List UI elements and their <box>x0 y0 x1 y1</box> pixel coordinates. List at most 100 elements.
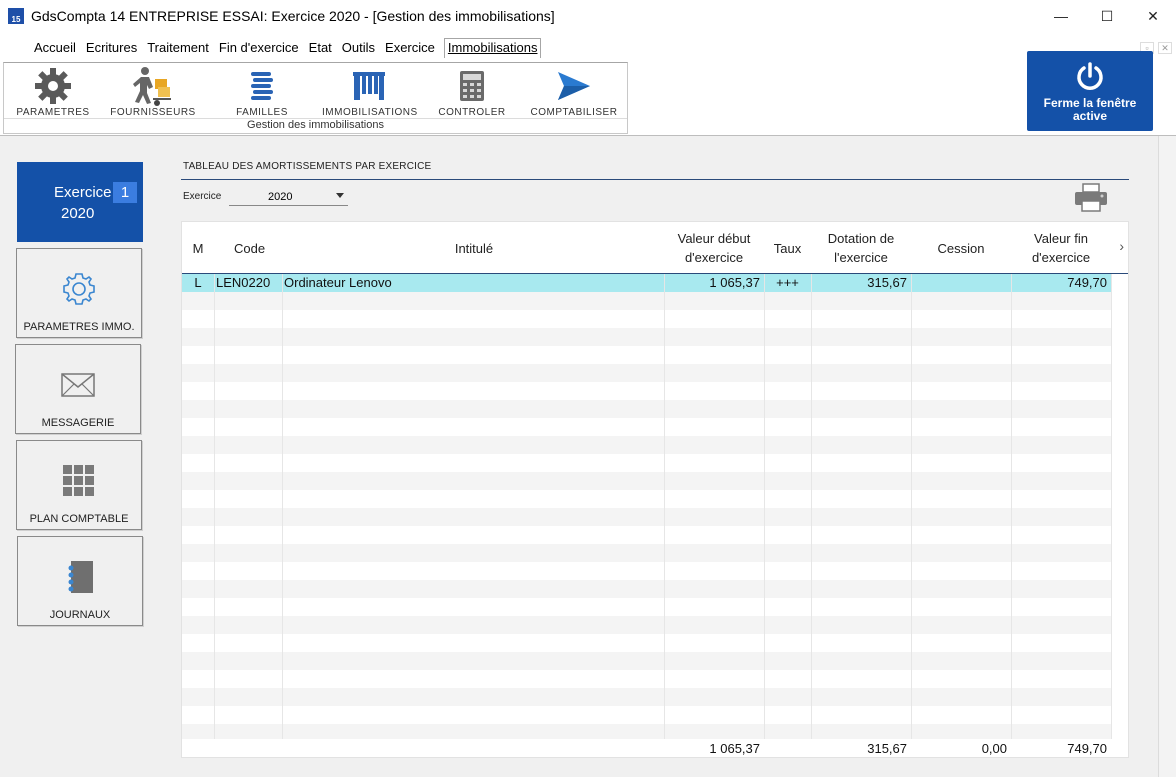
sidebar-plan-comptable-button[interactable]: PLAN COMPTABLE <box>16 440 142 530</box>
menu-bar: Accueil Ecritures Traitement Fin d'exerc… <box>0 32 1176 60</box>
sidebar-exercice-year: 2020 <box>61 205 95 222</box>
cell-valeur-fin: 749,70 <box>1067 275 1107 290</box>
table-row[interactable]: L LEN0220 Ordinateur Lenovo 1 065,37 +++… <box>182 274 1112 292</box>
empty-table-row[interactable] <box>182 418 1112 436</box>
empty-table-row[interactable] <box>182 436 1112 454</box>
menu-exercice[interactable]: Exercice <box>384 40 436 58</box>
exercice-select[interactable]: 2020 <box>229 187 348 206</box>
empty-table-row[interactable] <box>182 652 1112 670</box>
ribbon-familles-label: FAMILLES <box>236 107 288 118</box>
empty-table-row[interactable] <box>182 490 1112 508</box>
col-divider <box>811 274 812 757</box>
panel-title-divider <box>181 179 1129 180</box>
exercice-filter-label: Exercice <box>183 191 222 202</box>
col-valeur-debut-header-line2: d'exercice <box>684 250 744 265</box>
empty-table-row[interactable] <box>182 670 1112 688</box>
cell-code: LEN0220 <box>216 275 271 290</box>
col-valeur-debut-header-line1: Valeur début <box>677 231 751 246</box>
sidebar-messagerie-button[interactable]: MESSAGERIE <box>15 344 141 434</box>
sidebar-exercice-badge: 1 <box>113 182 137 203</box>
cell-valeur-debut: 1 065,37 <box>709 275 760 290</box>
empty-table-row[interactable] <box>182 634 1112 652</box>
close-button[interactable]: ✕ <box>1130 0 1176 32</box>
col-valeur-fin-header[interactable]: Valeur fin d'exercice <box>1011 222 1111 274</box>
col-taux-header[interactable]: Taux <box>764 222 811 274</box>
empty-table-row[interactable] <box>182 508 1112 526</box>
empty-table-row[interactable] <box>182 598 1112 616</box>
menu-etat[interactable]: Etat <box>308 40 333 58</box>
menu-immobilisations[interactable]: Immobilisations <box>443 38 542 58</box>
ribbon-comptabiliser-button[interactable]: COMPTABILISER <box>528 65 620 121</box>
empty-table-row[interactable] <box>182 400 1112 418</box>
col-dotation-header[interactable]: Dotation de l'exercice <box>811 222 911 274</box>
maximize-button[interactable]: ☐ <box>1084 0 1130 32</box>
col-divider <box>282 274 283 757</box>
calculator-icon <box>426 65 518 107</box>
empty-table-row[interactable] <box>182 688 1112 706</box>
table-header: M Code Intitulé Valeur début d'exercice … <box>182 222 1128 274</box>
ribbon-fournisseurs-button[interactable]: FOURNISSEURS <box>107 65 199 121</box>
total-dotation: 315,67 <box>867 741 907 756</box>
col-valeur-fin-header-line2: d'exercice <box>1031 250 1091 265</box>
col-m-header[interactable]: M <box>182 222 214 274</box>
menu-fin-exercice[interactable]: Fin d'exercice <box>218 40 300 58</box>
empty-table-row[interactable] <box>182 292 1112 310</box>
col-dotation-header-line1: Dotation de <box>827 231 895 246</box>
app-icon: 15 <box>8 8 24 24</box>
menu-outils[interactable]: Outils <box>341 40 376 58</box>
empty-table-row[interactable] <box>182 526 1112 544</box>
cell-cession <box>911 274 1007 292</box>
cell-dotation: 315,67 <box>867 275 907 290</box>
col-cession-header[interactable]: Cession <box>911 222 1011 274</box>
right-scroll-edge[interactable] <box>1158 136 1176 777</box>
sidebar-parametres-immo-label: PARAMETRES IMMO. <box>23 321 135 333</box>
empty-table-row[interactable] <box>182 472 1112 490</box>
close-active-window-button[interactable]: Ferme la fenêtre active <box>1027 51 1153 131</box>
col-code-header[interactable]: Code <box>214 222 284 274</box>
empty-table-row[interactable] <box>182 346 1112 364</box>
ribbon-fournisseurs-label: FOURNISSEURS <box>110 107 196 118</box>
empty-table-row[interactable] <box>182 562 1112 580</box>
col-valeur-debut-header[interactable]: Valeur début d'exercice <box>664 222 764 274</box>
col-dotation-header-line2: l'exercice <box>834 250 888 265</box>
empty-table-row[interactable] <box>182 364 1112 382</box>
amortissements-table: M Code Intitulé Valeur début d'exercice … <box>181 221 1129 758</box>
mdi-close-icon[interactable]: ✕ <box>1158 42 1172 54</box>
scroll-right-icon[interactable]: › <box>1119 238 1124 254</box>
menu-accueil[interactable]: Accueil <box>33 40 77 58</box>
col-intitule-header[interactable]: Intitulé <box>284 222 664 274</box>
minimize-button[interactable]: — <box>1038 0 1084 32</box>
cell-intitule: Ordinateur Lenovo <box>284 275 392 290</box>
menu-ecritures[interactable]: Ecritures <box>85 40 138 58</box>
ribbon-controler-button[interactable]: CONTROLER <box>426 65 518 121</box>
empty-table-row[interactable] <box>182 310 1112 328</box>
col-divider <box>1011 274 1012 757</box>
col-divider <box>1111 274 1112 757</box>
sidebar-journaux-button[interactable]: JOURNAUX <box>17 536 143 626</box>
printer-icon[interactable] <box>1074 183 1108 213</box>
table-body: L LEN0220 Ordinateur Lenovo 1 065,37 +++… <box>182 274 1112 742</box>
empty-table-row[interactable] <box>182 580 1112 598</box>
panel-title: TABLEAU DES AMORTISSEMENTS PAR EXERCICE <box>183 161 432 172</box>
sidebar-messagerie-label: MESSAGERIE <box>41 417 115 429</box>
close-window-label-2: active <box>1072 109 1108 123</box>
col-divider <box>664 274 665 757</box>
ribbon-familles-button[interactable]: FAMILLES <box>216 65 308 121</box>
ribbon-immobilisations-button[interactable]: IMMOBILISATIONS <box>322 65 417 121</box>
cell-taux: +++ <box>776 275 799 290</box>
ribbon-parametres-label: PARAMETRES <box>16 107 90 118</box>
gear-icon <box>7 65 99 107</box>
empty-table-row[interactable] <box>182 616 1112 634</box>
ribbon-area: PARAMETRES FOURNISSEURS FAMILLES IMMOBIL… <box>0 60 1176 136</box>
empty-table-row[interactable] <box>182 328 1112 346</box>
empty-table-row[interactable] <box>182 382 1112 400</box>
sidebar-journaux-label: JOURNAUX <box>49 609 111 621</box>
sidebar-parametres-immo-button[interactable]: PARAMETRES IMMO. <box>16 248 142 338</box>
ribbon-parametres-button[interactable]: PARAMETRES <box>7 65 99 121</box>
empty-table-row[interactable] <box>182 454 1112 472</box>
delivery-person-icon <box>107 65 199 107</box>
sidebar-exercice-tile[interactable]: Exercice 1 2020 <box>17 162 143 242</box>
empty-table-row[interactable] <box>182 706 1112 724</box>
empty-table-row[interactable] <box>182 544 1112 562</box>
menu-traitement[interactable]: Traitement <box>146 40 210 58</box>
